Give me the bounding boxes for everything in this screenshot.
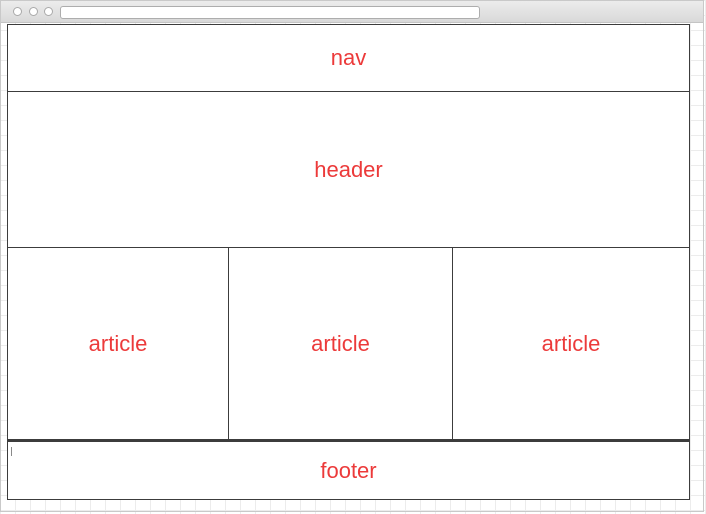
article-block-3: article [452,247,690,440]
page-viewport: nav header article article article foote… [7,24,690,500]
header-label: header [314,156,383,182]
footer-block: footer [7,440,690,500]
nav-label: nav [330,45,367,70]
nav-block: nav [7,24,690,92]
close-window-icon[interactable] [13,7,22,16]
header-block: header [7,91,690,248]
browser-window: nav header article article article foote… [0,0,704,512]
article-block-2: article [228,247,453,440]
text-caret [11,447,12,456]
article-block-1: article [7,247,229,440]
address-bar-input[interactable] [60,6,480,19]
article-label-3: article [541,330,601,356]
minimize-window-icon[interactable] [29,7,38,16]
footer-label: footer [320,457,377,483]
browser-titlebar [1,1,703,23]
maximize-window-icon[interactable] [44,7,53,16]
article-label-1: article [88,330,148,356]
article-label-2: article [311,330,370,356]
